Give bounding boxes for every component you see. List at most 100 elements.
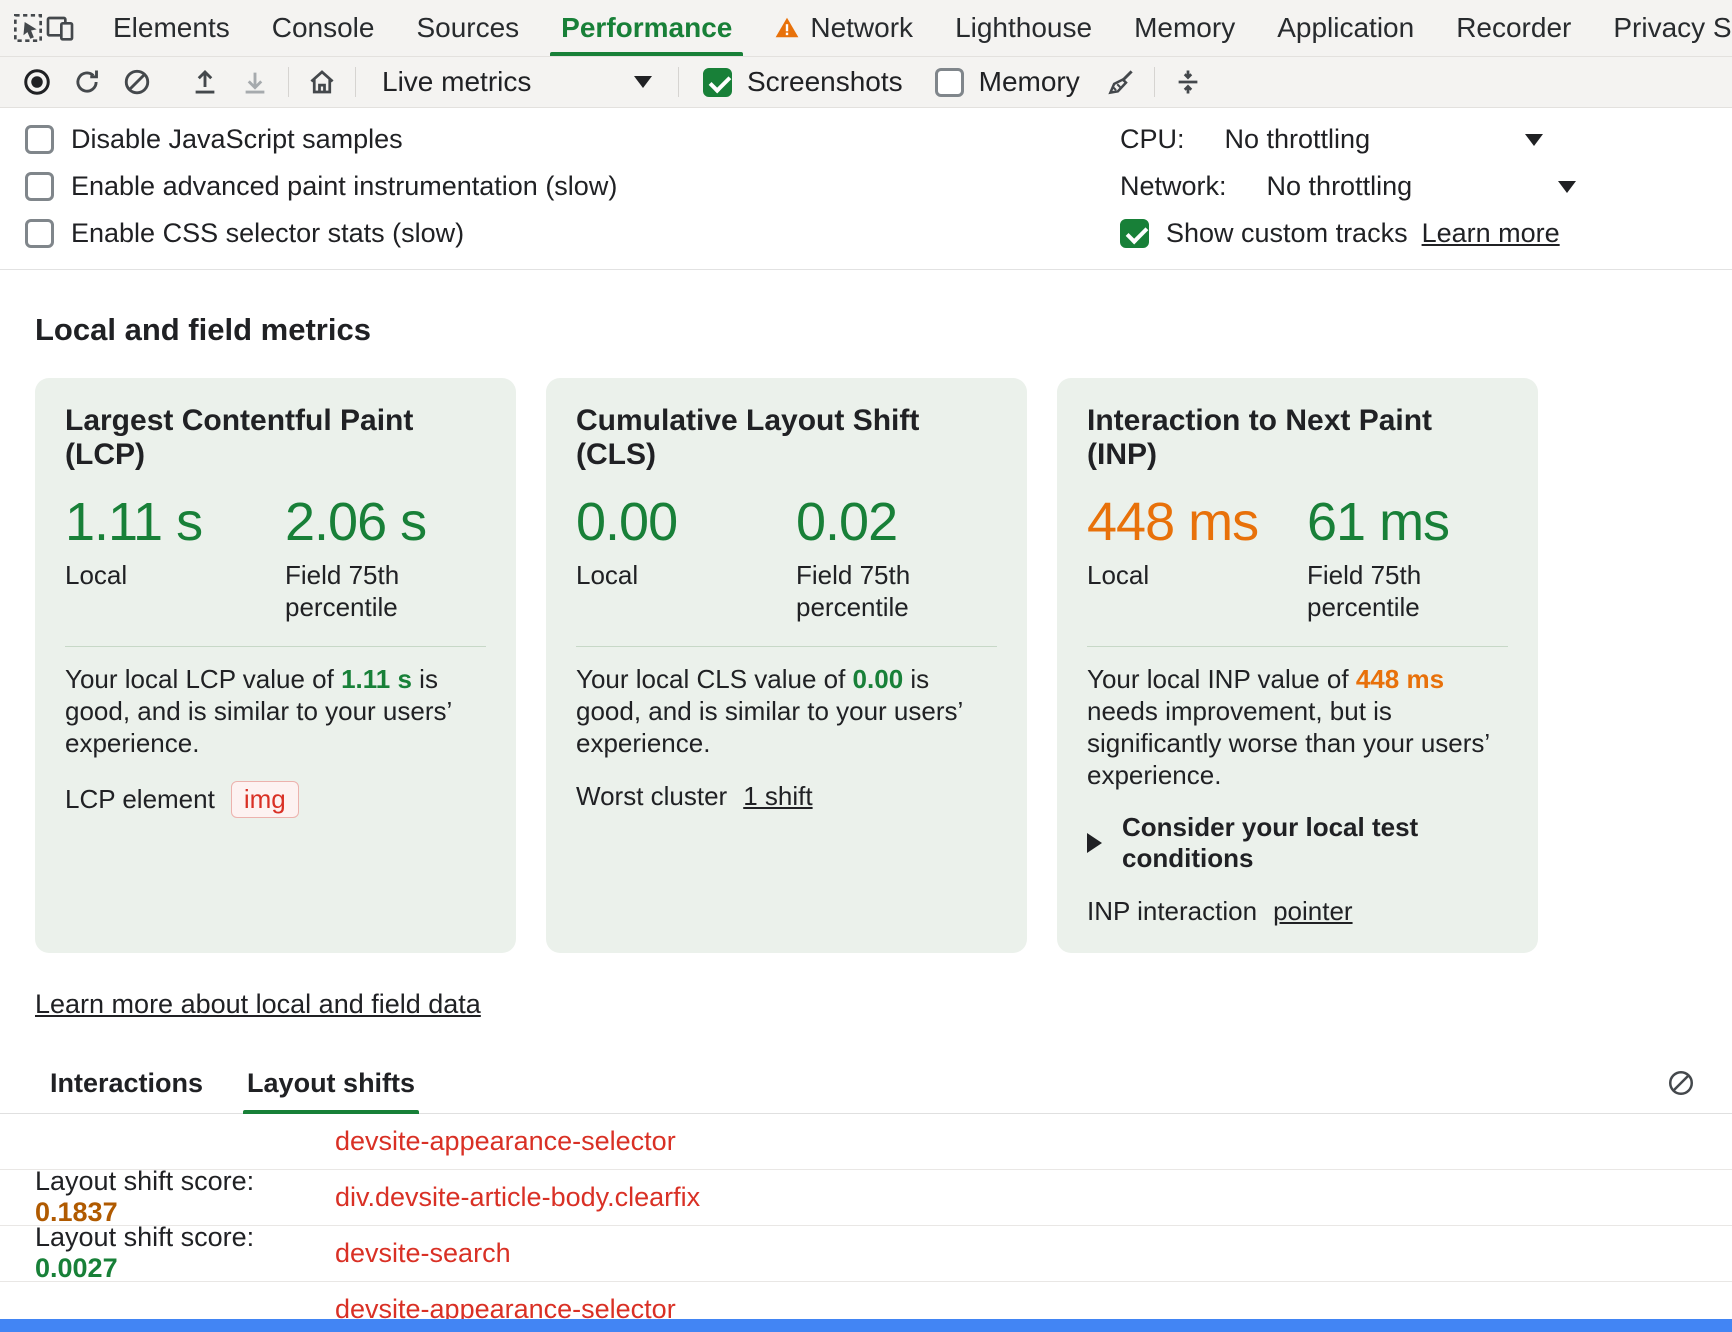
lcp-local-value: 1.11 s: [65, 494, 285, 551]
desc-text: Your local LCP value of: [65, 664, 341, 694]
tab-elements[interactable]: Elements: [92, 0, 251, 56]
cls-desc-value: 0.00: [853, 664, 904, 694]
device-toolbar-icon: [44, 12, 76, 44]
lcp-element-node-link[interactable]: img: [231, 781, 299, 818]
separator: [288, 67, 289, 97]
inp-card: Interaction to Next Paint (INP) 448 ms L…: [1057, 378, 1538, 953]
tab-interactions[interactable]: Interactions: [50, 1068, 203, 1113]
inp-description: Your local INP value of 448 ms needs imp…: [1087, 663, 1508, 792]
desc-text: Your local INP value of: [1087, 664, 1356, 694]
lcp-card: Largest Contentful Paint (LCP) 1.11 s Lo…: [35, 378, 516, 953]
divider: [1087, 646, 1508, 647]
desc-text: needs improvement, but is significantly …: [1087, 696, 1489, 790]
inp-local-label: Local: [1087, 559, 1307, 592]
cls-field-column: 0.02 Field 75th percentile: [796, 494, 1016, 624]
cls-local-label: Local: [576, 559, 796, 592]
separator: [355, 67, 356, 97]
learn-more-local-field-link[interactable]: Learn more about local and field data: [35, 989, 481, 1020]
live-metrics-log: Interactions Layout shifts devsite-appea…: [0, 1064, 1732, 1332]
custom-tracks-checkbox[interactable]: [1120, 219, 1149, 248]
broom-icon: [1106, 67, 1136, 97]
upload-icon: [190, 67, 220, 97]
devtools-tabbar: Elements Console Sources Performance Net…: [0, 0, 1732, 57]
inp-local-conditions-expander[interactable]: Consider your local test conditions: [1087, 812, 1508, 874]
record-and-reload-button[interactable]: [62, 61, 112, 103]
lcp-local-column: 1.11 s Local: [65, 494, 285, 624]
cls-card-title: Cumulative Layout Shift (CLS): [576, 404, 997, 472]
toggle-device-toolbar-button[interactable]: [44, 0, 76, 56]
cpu-throttling-select[interactable]: CPU: No throttling: [1120, 116, 1732, 163]
record-button[interactable]: [12, 61, 62, 103]
cls-shift-link[interactable]: 1 shift: [743, 781, 812, 812]
lcp-description: Your local LCP value of 1.11 s is good, …: [65, 663, 486, 760]
tab-label: Memory: [1134, 12, 1235, 44]
custom-tracks-label: Show custom tracks: [1166, 218, 1408, 249]
score-label: Layout shift score:: [35, 1166, 254, 1196]
tab-network[interactable]: Network: [753, 0, 934, 56]
tab-performance[interactable]: Performance: [540, 0, 753, 56]
inp-interaction-link[interactable]: pointer: [1273, 896, 1353, 927]
record-icon: [22, 67, 52, 97]
block-icon: [122, 67, 152, 97]
inp-local-column: 448 ms Local: [1087, 494, 1307, 624]
block-icon: [1666, 1068, 1696, 1098]
tab-lighthouse[interactable]: Lighthouse: [934, 0, 1113, 56]
screenshots-checkbox[interactable]: Screenshots: [703, 66, 903, 98]
save-profile-button[interactable]: [230, 61, 280, 103]
clear-button[interactable]: [112, 61, 162, 103]
lcp-values: 1.11 s Local 2.06 s Field 75th percentil…: [65, 494, 486, 624]
tab-application[interactable]: Application: [1256, 0, 1435, 56]
shift-element-link[interactable]: devsite-appearance-selector: [335, 1126, 676, 1157]
inp-local-value: 448 ms: [1087, 494, 1307, 551]
inp-field-label: Field 75th percentile: [1307, 559, 1472, 624]
compress-icon: [1173, 67, 1203, 97]
custom-tracks-learn-more-link[interactable]: Learn more: [1422, 218, 1560, 249]
cls-field-value: 0.02: [796, 494, 1016, 551]
memory-label: Memory: [979, 66, 1080, 98]
settings-right-column: CPU: No throttling Network: No throttlin…: [1120, 116, 1732, 257]
chevron-down-icon: [1558, 181, 1576, 193]
clear-log-button[interactable]: [1666, 1068, 1696, 1109]
score-label: Layout shift score:: [35, 1222, 254, 1252]
network-label: Network:: [1120, 171, 1227, 202]
inspect-element-button[interactable]: [12, 0, 44, 56]
warning-icon: [774, 15, 800, 41]
inp-card-title: Interaction to Next Paint (INP): [1087, 404, 1508, 472]
log-tabbar: Interactions Layout shifts: [0, 1064, 1732, 1114]
tab-console[interactable]: Console: [251, 0, 396, 56]
cpu-throttling-value: No throttling: [1225, 124, 1371, 155]
cls-card: Cumulative Layout Shift (CLS) 0.00 Local…: [546, 378, 1027, 953]
collapse-shortcuts-button[interactable]: [1163, 61, 1213, 103]
network-throttling-select[interactable]: Network: No throttling: [1120, 163, 1732, 210]
load-profile-button[interactable]: [180, 61, 230, 103]
chevron-down-icon: [634, 76, 652, 88]
cls-worst-cluster-row: Worst cluster 1 shift: [576, 781, 997, 812]
inp-desc-value: 448 ms: [1356, 664, 1444, 694]
shift-element-link[interactable]: div.devsite-article-body.clearfix: [335, 1182, 700, 1213]
tab-label: Performance: [561, 12, 732, 44]
lcp-field-value: 2.06 s: [285, 494, 505, 551]
tab-label: Recorder: [1456, 12, 1571, 44]
tab-recorder[interactable]: Recorder: [1435, 0, 1592, 56]
css-selector-stats-label: Enable CSS selector stats (slow): [71, 218, 464, 249]
shift-element-link[interactable]: devsite-search: [335, 1238, 511, 1269]
view-mode-value: Live metrics: [382, 66, 531, 98]
home-icon: [307, 67, 337, 97]
divider: [65, 646, 486, 647]
advanced-paint-label: Enable advanced paint instrumentation (s…: [71, 171, 617, 202]
metric-cards: Largest Contentful Paint (LCP) 1.11 s Lo…: [35, 378, 1697, 953]
cpu-label: CPU:: [1120, 124, 1185, 155]
checkbox-unchecked-icon: [25, 125, 54, 154]
tab-layout-shifts[interactable]: Layout shifts: [247, 1068, 415, 1113]
reload-icon: [72, 67, 102, 97]
disable-js-samples-label: Disable JavaScript samples: [71, 124, 403, 155]
tab-privacy-sandbox[interactable]: Privacy Sand: [1592, 0, 1732, 56]
collect-garbage-button[interactable]: [1096, 61, 1146, 103]
memory-checkbox[interactable]: Memory: [935, 66, 1080, 98]
tab-memory[interactable]: Memory: [1113, 0, 1256, 56]
lcp-local-label: Local: [65, 559, 285, 592]
tab-sources[interactable]: Sources: [395, 0, 540, 56]
inp-values: 448 ms Local 61 ms Field 75th percentile: [1087, 494, 1508, 624]
view-mode-select[interactable]: Live metrics: [372, 66, 662, 98]
live-metrics-home-button[interactable]: [297, 61, 347, 103]
